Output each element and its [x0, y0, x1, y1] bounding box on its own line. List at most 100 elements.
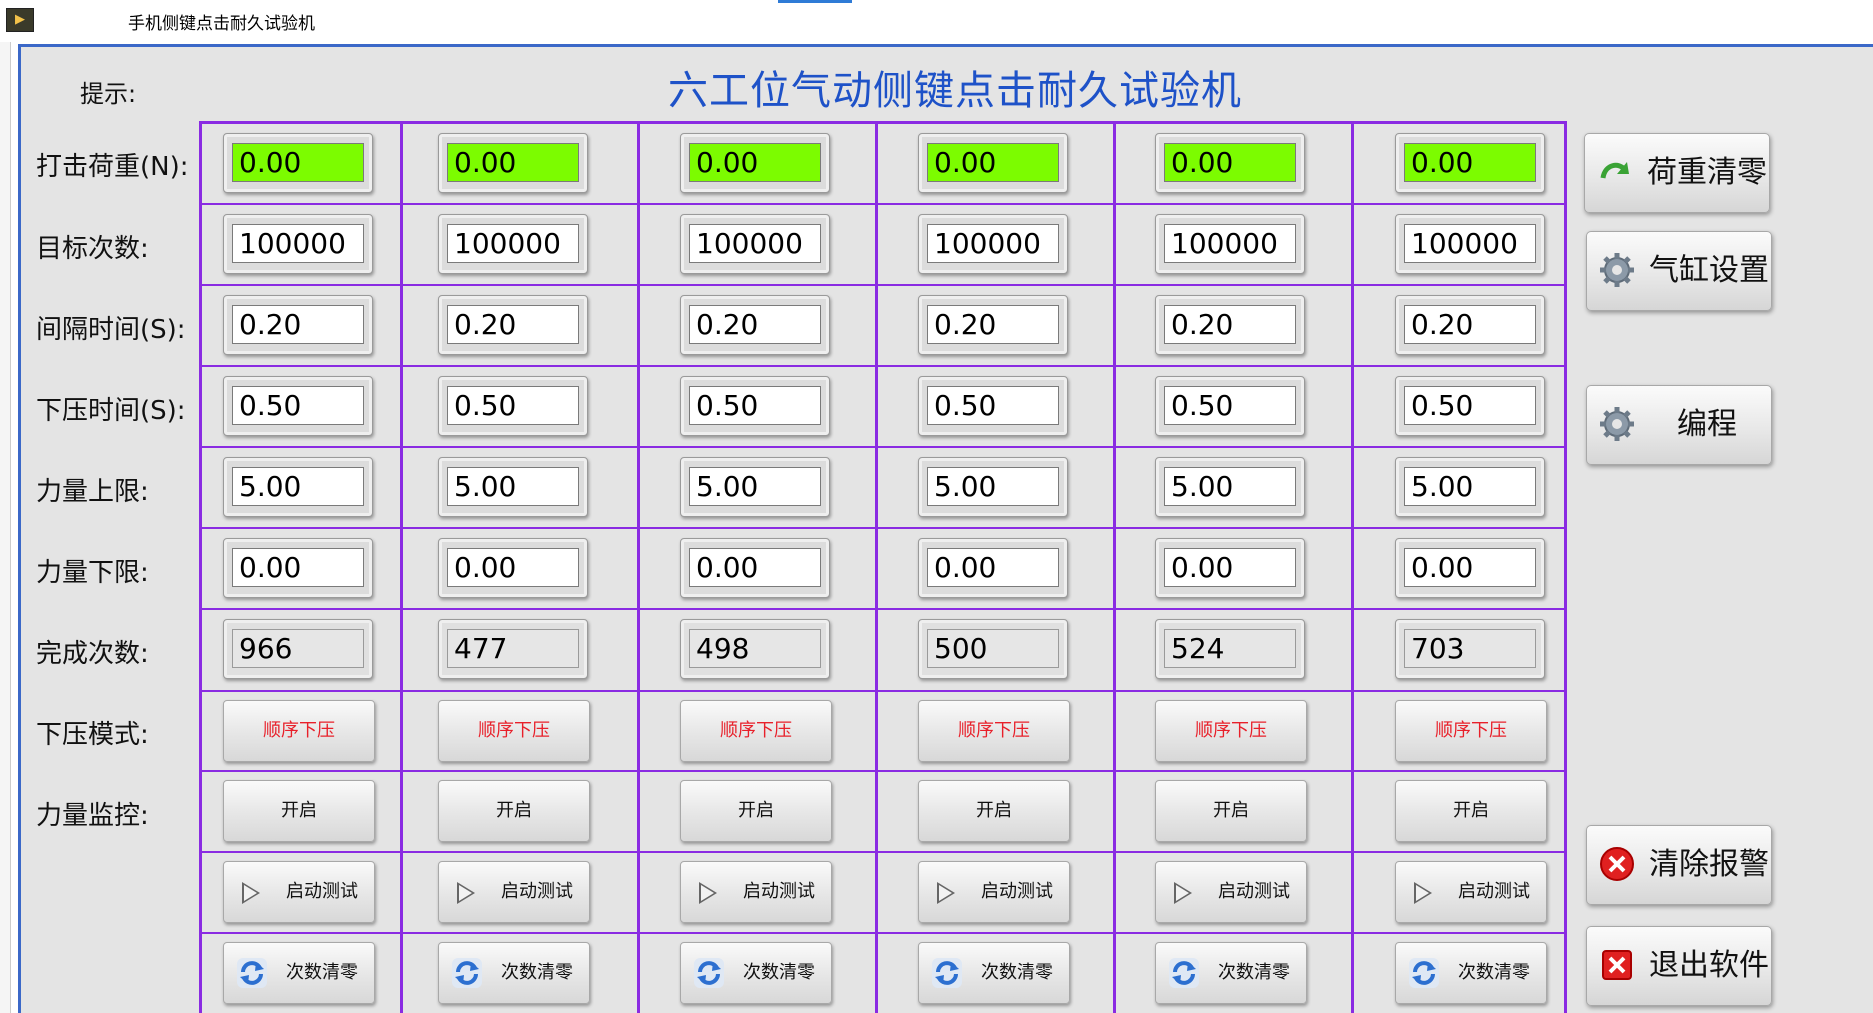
cylinder-settings-button[interactable]: 气缸设置 — [1586, 231, 1772, 311]
grid-row-divider — [199, 446, 1567, 448]
station-4-reset-count-button[interactable]: 次数清零 — [918, 942, 1070, 1004]
station-5-load-field[interactable]: 0.00 — [1155, 133, 1305, 193]
station-4-upper-field[interactable]: 5.00 — [918, 457, 1068, 517]
error-circle-icon — [1600, 847, 1634, 881]
zero-load-label: 荷重清零 — [1647, 155, 1767, 190]
station-6-upper-value: 5.00 — [1404, 467, 1536, 506]
station-3-interval-field[interactable]: 0.20 — [680, 295, 830, 355]
station-5-target-value: 100000 — [1164, 224, 1296, 263]
start-button-label: 启动测试 — [1218, 881, 1290, 902]
station-2-reset-count-button[interactable]: 次数清零 — [438, 942, 590, 1004]
station-3-load-field[interactable]: 0.00 — [680, 133, 830, 193]
station-4-mode-button[interactable]: 顺序下压 — [918, 700, 1070, 762]
station-6-mode-button[interactable]: 顺序下压 — [1395, 700, 1547, 762]
station-4-upper-value: 5.00 — [927, 467, 1059, 506]
station-6-monitor-button[interactable]: 开启 — [1395, 780, 1547, 842]
station-1-mode-button[interactable]: 顺序下压 — [223, 700, 375, 762]
station-4-interval-field[interactable]: 0.20 — [918, 295, 1068, 355]
station-3-mode-button[interactable]: 顺序下压 — [680, 700, 832, 762]
row-label-monitor: 力量监控: — [36, 801, 149, 831]
station-2-start-button[interactable]: 启动测试 — [438, 861, 590, 923]
station-6-start-button[interactable]: 启动测试 — [1395, 861, 1547, 923]
station-1-press-time-field[interactable]: 0.50 — [223, 376, 373, 436]
station-3-lower-value: 0.00 — [689, 548, 821, 587]
station-5-start-button[interactable]: 启动测试 — [1155, 861, 1307, 923]
station-2-lower-field[interactable]: 0.00 — [438, 538, 588, 598]
station-2-done-value: 477 — [447, 629, 579, 668]
station-1-target-field[interactable]: 100000 — [223, 214, 373, 274]
exit-software-button[interactable]: 退出软件 — [1586, 926, 1772, 1006]
station-5-target-field[interactable]: 100000 — [1155, 214, 1305, 274]
station-6-lower-field[interactable]: 0.00 — [1395, 538, 1545, 598]
station-1-lower-field[interactable]: 0.00 — [223, 538, 373, 598]
station-6-load-value: 0.00 — [1404, 143, 1536, 182]
station-3-start-button[interactable]: 启动测试 — [680, 861, 832, 923]
station-4-start-button[interactable]: 启动测试 — [918, 861, 1070, 923]
station-3-upper-field[interactable]: 5.00 — [680, 457, 830, 517]
grid-row-divider — [199, 284, 1567, 286]
station-5-upper-field[interactable]: 5.00 — [1155, 457, 1305, 517]
station-2-press-time-field[interactable]: 0.50 — [438, 376, 588, 436]
station-5-lower-field[interactable]: 0.00 — [1155, 538, 1305, 598]
grid-column-divider — [400, 121, 403, 1013]
station-3-lower-field[interactable]: 0.00 — [680, 538, 830, 598]
row-label-done: 完成次数: — [36, 639, 149, 669]
station-6-target-field[interactable]: 100000 — [1395, 214, 1545, 274]
station-6-lower-value: 0.00 — [1404, 548, 1536, 587]
station-2-lower-value: 0.00 — [447, 548, 579, 587]
reset-count-label: 次数清零 — [743, 962, 815, 983]
play-icon — [1414, 882, 1432, 904]
station-1-reset-count-button[interactable]: 次数清零 — [223, 942, 375, 1004]
station-5-monitor-button[interactable]: 开启 — [1155, 780, 1307, 842]
station-4-done-field: 500 — [918, 619, 1068, 679]
station-1-done-field: 966 — [223, 619, 373, 679]
station-6-done-value: 703 — [1404, 629, 1536, 668]
station-2-upper-field[interactable]: 5.00 — [438, 457, 588, 517]
station-4-press-time-field[interactable]: 0.50 — [918, 376, 1068, 436]
station-4-target-field[interactable]: 100000 — [918, 214, 1068, 274]
station-2-load-field[interactable]: 0.00 — [438, 133, 588, 193]
start-button-label: 启动测试 — [1458, 881, 1530, 902]
row-label-lower: 力量下限: — [36, 558, 149, 588]
station-1-upper-field[interactable]: 5.00 — [223, 457, 373, 517]
program-button[interactable]: 编程 — [1586, 385, 1772, 465]
station-3-reset-count-button[interactable]: 次数清零 — [680, 942, 832, 1004]
station-5-press-time-field[interactable]: 0.50 — [1155, 376, 1305, 436]
station-3-press-time-value: 0.50 — [689, 386, 821, 425]
station-1-start-button[interactable]: 启动测试 — [223, 861, 375, 923]
station-6-target-value: 100000 — [1404, 224, 1536, 263]
refresh-icon — [1169, 958, 1199, 988]
station-5-press-time-value: 0.50 — [1164, 386, 1296, 425]
station-2-interval-field[interactable]: 0.20 — [438, 295, 588, 355]
station-1-monitor-button[interactable]: 开启 — [223, 780, 375, 842]
station-4-lower-field[interactable]: 0.00 — [918, 538, 1068, 598]
station-5-lower-value: 0.00 — [1164, 548, 1296, 587]
station-5-mode-button[interactable]: 顺序下压 — [1155, 700, 1307, 762]
station-6-press-time-field[interactable]: 0.50 — [1395, 376, 1545, 436]
station-5-interval-field[interactable]: 0.20 — [1155, 295, 1305, 355]
station-6-reset-count-button[interactable]: 次数清零 — [1395, 942, 1547, 1004]
grid-frame — [199, 121, 1567, 1013]
station-6-interval-field[interactable]: 0.20 — [1395, 295, 1545, 355]
station-1-interval-value: 0.20 — [232, 305, 364, 344]
zero-load-button[interactable]: 荷重清零 — [1584, 133, 1770, 213]
station-3-done-value: 498 — [689, 629, 821, 668]
station-3-target-field[interactable]: 100000 — [680, 214, 830, 274]
station-2-monitor-button[interactable]: 开启 — [438, 780, 590, 842]
row-label-mode: 下压模式: — [36, 720, 149, 750]
hint-label: 提示: — [80, 80, 137, 108]
station-2-target-field[interactable]: 100000 — [438, 214, 588, 274]
station-2-mode-button[interactable]: 顺序下压 — [438, 700, 590, 762]
clear-alarm-label: 清除报警 — [1649, 847, 1769, 882]
station-3-press-time-field[interactable]: 0.50 — [680, 376, 830, 436]
station-6-load-field[interactable]: 0.00 — [1395, 133, 1545, 193]
window-titlebar: ▶ 手机侧键点击耐久试验机 — [0, 0, 1873, 42]
station-6-upper-field[interactable]: 5.00 — [1395, 457, 1545, 517]
station-1-interval-field[interactable]: 0.20 — [223, 295, 373, 355]
clear-alarm-button[interactable]: 清除报警 — [1586, 825, 1772, 905]
station-4-load-field[interactable]: 0.00 — [918, 133, 1068, 193]
station-3-monitor-button[interactable]: 开启 — [680, 780, 832, 842]
station-1-load-field[interactable]: 0.00 — [223, 133, 373, 193]
station-5-reset-count-button[interactable]: 次数清零 — [1155, 942, 1307, 1004]
station-4-monitor-button[interactable]: 开启 — [918, 780, 1070, 842]
